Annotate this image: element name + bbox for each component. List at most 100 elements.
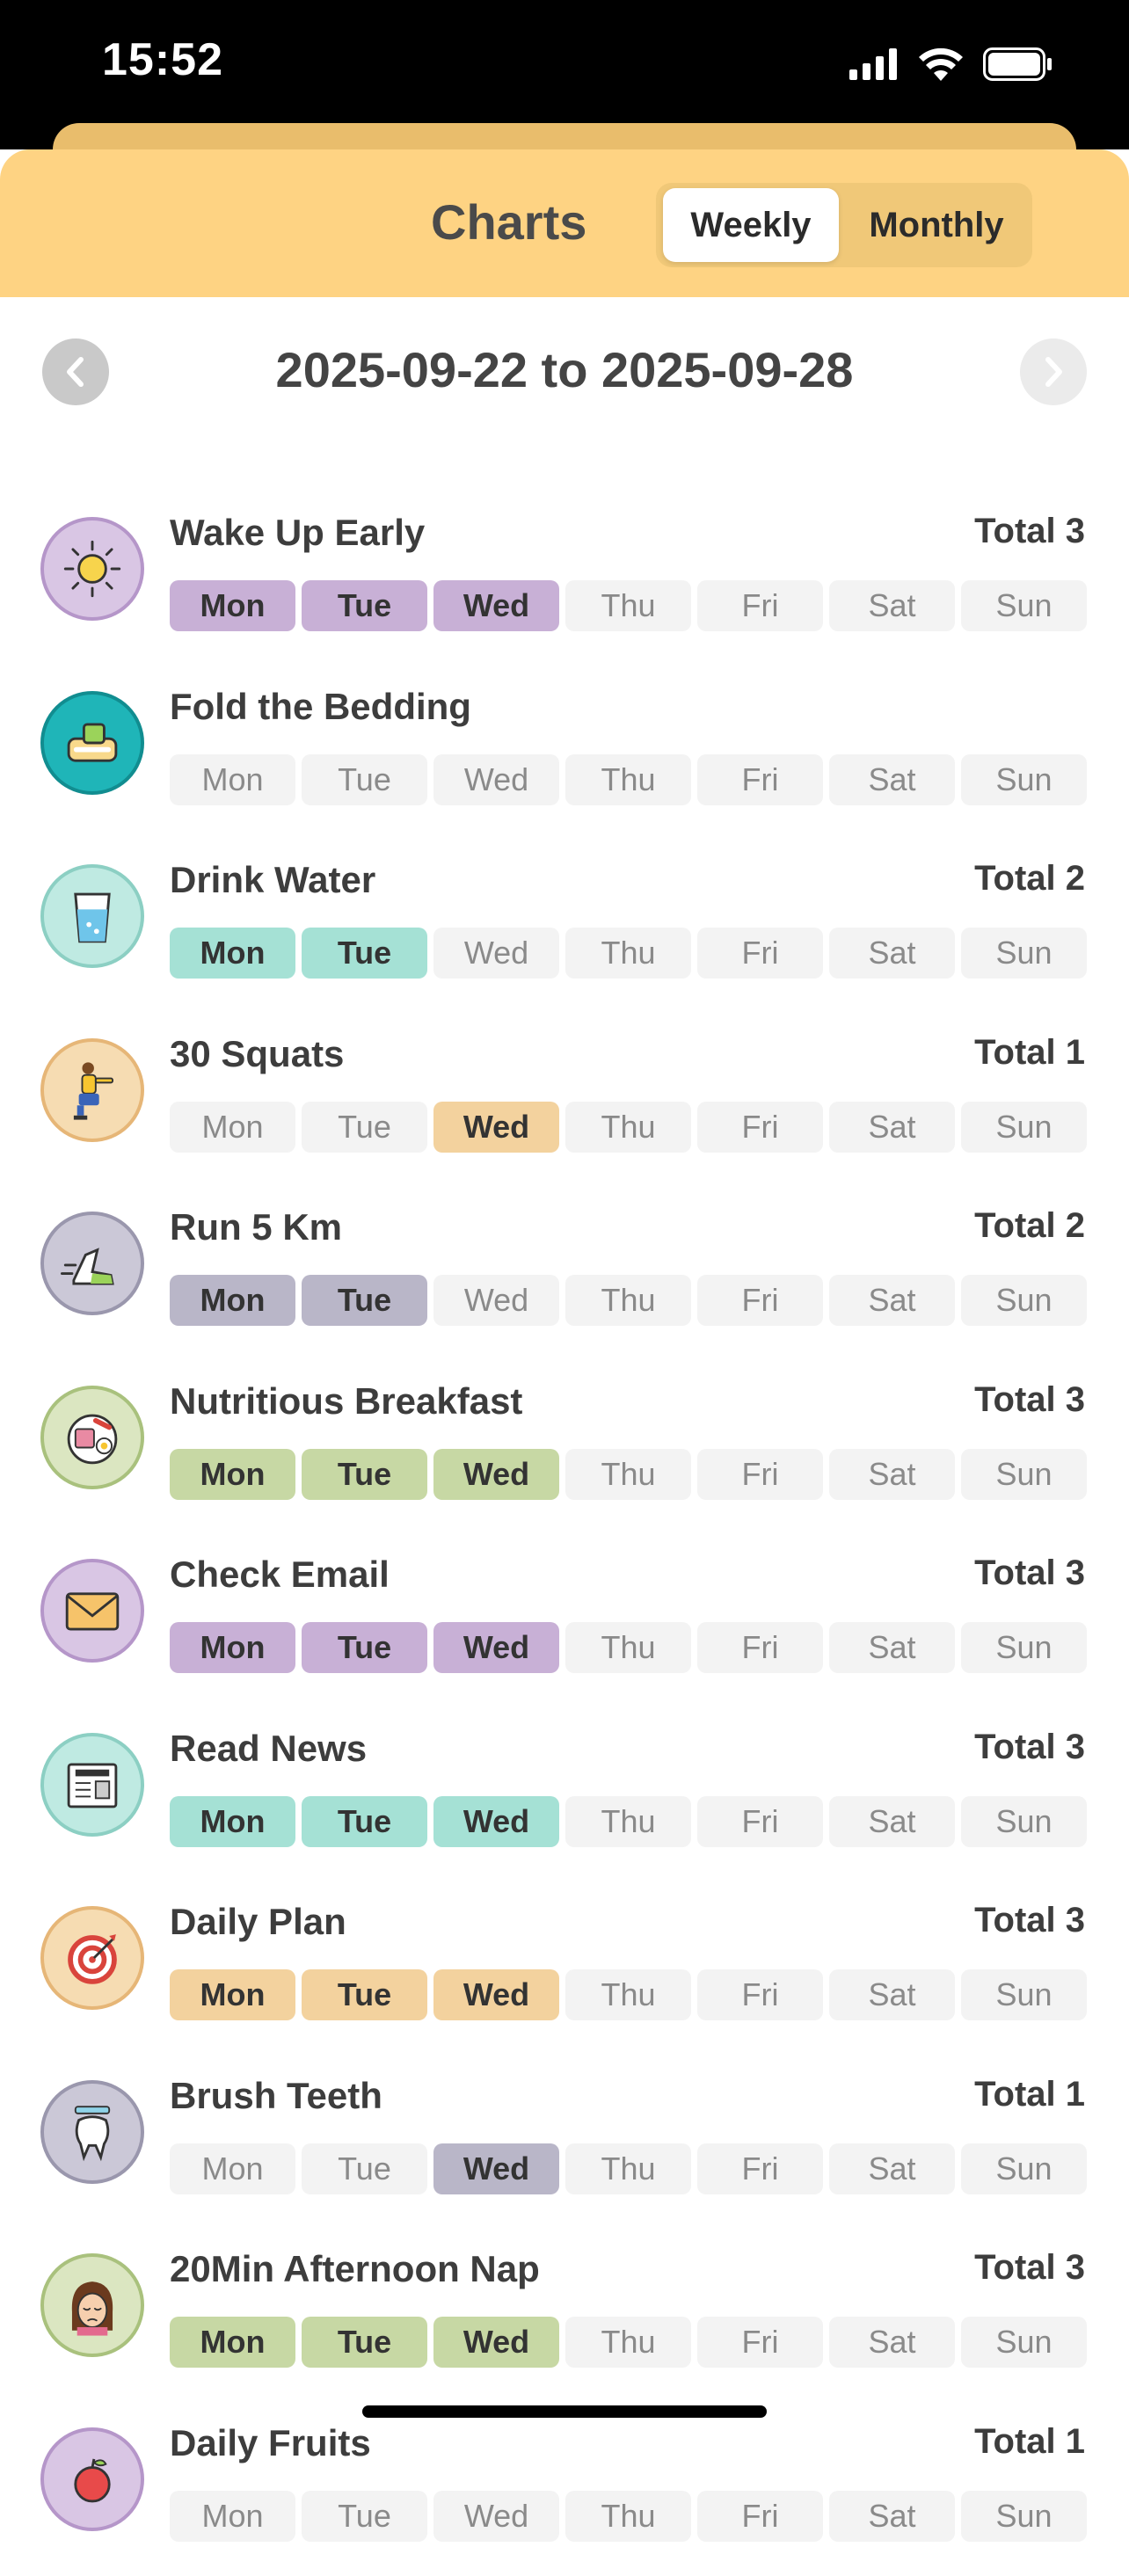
day-cell-mon[interactable]: Mon (170, 1275, 295, 1326)
day-cell-wed[interactable]: Wed (433, 754, 559, 805)
day-cell-fri[interactable]: Fri (697, 2317, 823, 2368)
day-cell-mon[interactable]: Mon (170, 580, 295, 631)
day-cell-wed[interactable]: Wed (433, 928, 559, 979)
day-cell-thu[interactable]: Thu (565, 1102, 691, 1153)
day-cell-thu[interactable]: Thu (565, 580, 691, 631)
day-cell-fri[interactable]: Fri (697, 1275, 823, 1326)
day-cell-sun[interactable]: Sun (961, 1449, 1087, 1500)
day-cell-sun[interactable]: Sun (961, 1102, 1087, 1153)
day-cell-fri[interactable]: Fri (697, 2143, 823, 2194)
day-cell-tue[interactable]: Tue (302, 1969, 427, 2020)
day-cell-sun[interactable]: Sun (961, 2143, 1087, 2194)
day-cell-thu[interactable]: Thu (565, 1969, 691, 2020)
day-cell-sun[interactable]: Sun (961, 1275, 1087, 1326)
day-cell-sat[interactable]: Sat (829, 754, 955, 805)
day-cell-sat[interactable]: Sat (829, 1969, 955, 2020)
day-cell-sat[interactable]: Sat (829, 1102, 955, 1153)
day-cell-sat[interactable]: Sat (829, 2491, 955, 2542)
day-cell-sun[interactable]: Sun (961, 2491, 1087, 2542)
day-cell-mon[interactable]: Mon (170, 1622, 295, 1673)
day-cell-mon[interactable]: Mon (170, 1969, 295, 2020)
day-cell-fri[interactable]: Fri (697, 580, 823, 631)
day-cell-sun[interactable]: Sun (961, 754, 1087, 805)
day-cell-mon[interactable]: Mon (170, 2491, 295, 2542)
day-cell-sat[interactable]: Sat (829, 1275, 955, 1326)
day-cell-wed[interactable]: Wed (433, 1796, 559, 1847)
tab-weekly[interactable]: Weekly (663, 188, 839, 262)
day-cell-sun[interactable]: Sun (961, 1622, 1087, 1673)
day-cell-thu[interactable]: Thu (565, 2143, 691, 2194)
day-cell-tue[interactable]: Tue (302, 928, 427, 979)
day-cell-sun[interactable]: Sun (961, 580, 1087, 631)
home-indicator[interactable] (362, 2405, 767, 2418)
day-cell-fri[interactable]: Fri (697, 1622, 823, 1673)
day-cell-wed[interactable]: Wed (433, 2491, 559, 2542)
day-cell-wed[interactable]: Wed (433, 2317, 559, 2368)
habit-row[interactable]: Fold the BeddingMonTueWedThuFriSatSun (0, 666, 1129, 840)
day-cell-thu[interactable]: Thu (565, 1275, 691, 1326)
day-cell-wed[interactable]: Wed (433, 580, 559, 631)
day-cell-fri[interactable]: Fri (697, 2491, 823, 2542)
tab-monthly[interactable]: Monthly (844, 188, 1029, 262)
day-cell-mon[interactable]: Mon (170, 1796, 295, 1847)
day-cell-tue[interactable]: Tue (302, 580, 427, 631)
day-cell-tue[interactable]: Tue (302, 754, 427, 805)
day-cell-sat[interactable]: Sat (829, 580, 955, 631)
day-cell-mon[interactable]: Mon (170, 2317, 295, 2368)
day-cell-thu[interactable]: Thu (565, 928, 691, 979)
habit-row[interactable]: Daily PlanTotal 3MonTueWedThuFriSatSun (0, 1881, 1129, 2056)
next-week-button[interactable] (1020, 338, 1087, 405)
day-cell-mon[interactable]: Mon (170, 754, 295, 805)
habit-row[interactable]: 30 SquatsTotal 1MonTueWedThuFriSatSun (0, 1014, 1129, 1188)
day-cell-sat[interactable]: Sat (829, 1622, 955, 1673)
day-cell-sun[interactable]: Sun (961, 1969, 1087, 2020)
day-cell-wed[interactable]: Wed (433, 1969, 559, 2020)
day-cell-tue[interactable]: Tue (302, 1275, 427, 1326)
day-cell-tue[interactable]: Tue (302, 1796, 427, 1847)
day-cell-fri[interactable]: Fri (697, 1102, 823, 1153)
day-cell-fri[interactable]: Fri (697, 1449, 823, 1500)
habit-row[interactable]: Nutritious BreakfastTotal 3MonTueWedThuF… (0, 1361, 1129, 1535)
habit-row[interactable]: Check EmailTotal 3MonTueWedThuFriSatSun (0, 1534, 1129, 1708)
day-cell-thu[interactable]: Thu (565, 2317, 691, 2368)
day-cell-sat[interactable]: Sat (829, 1796, 955, 1847)
habit-row[interactable]: Brush TeethTotal 1MonTueWedThuFriSatSun (0, 2056, 1129, 2230)
day-cell-fri[interactable]: Fri (697, 754, 823, 805)
day-cell-sun[interactable]: Sun (961, 1796, 1087, 1847)
habit-row[interactable]: Read NewsTotal 3MonTueWedThuFriSatSun (0, 1708, 1129, 1882)
day-cell-wed[interactable]: Wed (433, 1622, 559, 1673)
day-cell-sat[interactable]: Sat (829, 2143, 955, 2194)
day-cell-sat[interactable]: Sat (829, 1449, 955, 1500)
day-cell-sat[interactable]: Sat (829, 2317, 955, 2368)
day-cell-tue[interactable]: Tue (302, 2317, 427, 2368)
day-cell-sun[interactable]: Sun (961, 2317, 1087, 2368)
day-cell-thu[interactable]: Thu (565, 754, 691, 805)
day-cell-mon[interactable]: Mon (170, 1102, 295, 1153)
day-cell-wed[interactable]: Wed (433, 1449, 559, 1500)
day-cell-thu[interactable]: Thu (565, 1449, 691, 1500)
day-cell-thu[interactable]: Thu (565, 2491, 691, 2542)
day-cell-wed[interactable]: Wed (433, 1102, 559, 1153)
day-cell-sat[interactable]: Sat (829, 928, 955, 979)
habit-row[interactable]: Run 5 KmTotal 2MonTueWedThuFriSatSun (0, 1187, 1129, 1361)
day-cell-tue[interactable]: Tue (302, 1102, 427, 1153)
habit-row[interactable]: Wake Up EarlyTotal 3MonTueWedThuFriSatSu… (0, 492, 1129, 666)
day-cell-fri[interactable]: Fri (697, 928, 823, 979)
day-cell-tue[interactable]: Tue (302, 2491, 427, 2542)
day-cell-fri[interactable]: Fri (697, 1969, 823, 2020)
day-cell-mon[interactable]: Mon (170, 1449, 295, 1500)
day-cell-fri[interactable]: Fri (697, 1796, 823, 1847)
day-cell-wed[interactable]: Wed (433, 2143, 559, 2194)
day-cell-wed[interactable]: Wed (433, 1275, 559, 1326)
day-cell-tue[interactable]: Tue (302, 2143, 427, 2194)
habit-row[interactable]: Daily FruitsTotal 1MonTueWedThuFriSatSun (0, 2403, 1129, 2576)
day-cell-tue[interactable]: Tue (302, 1449, 427, 1500)
day-cell-mon[interactable]: Mon (170, 928, 295, 979)
day-cell-sun[interactable]: Sun (961, 928, 1087, 979)
day-cell-mon[interactable]: Mon (170, 2143, 295, 2194)
day-cell-tue[interactable]: Tue (302, 1622, 427, 1673)
habit-row[interactable]: 20Min Afternoon NapTotal 3MonTueWedThuFr… (0, 2229, 1129, 2403)
day-cell-thu[interactable]: Thu (565, 1796, 691, 1847)
habit-row[interactable]: Drink WaterTotal 2MonTueWedThuFriSatSun (0, 840, 1129, 1014)
day-cell-thu[interactable]: Thu (565, 1622, 691, 1673)
